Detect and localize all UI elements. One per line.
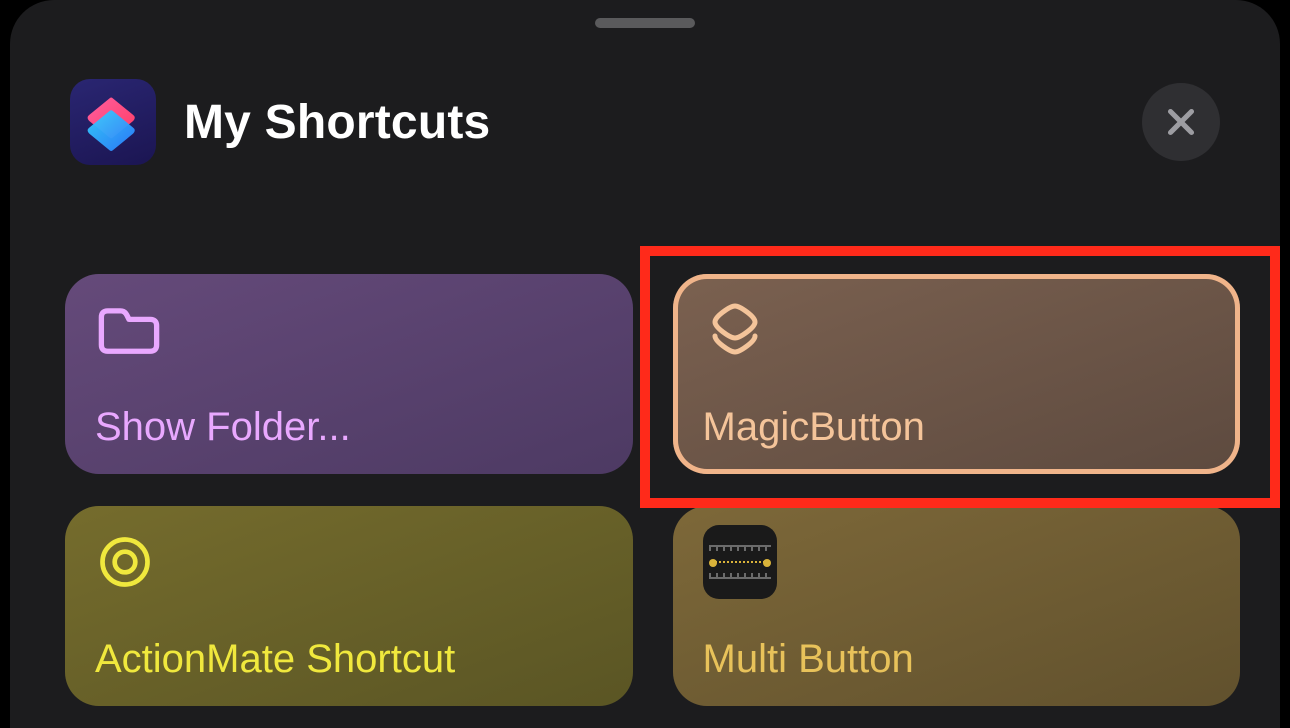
shortcut-label: Multi Button bbox=[703, 637, 1211, 682]
shortcut-tile-show-folder[interactable]: Show Folder... bbox=[65, 274, 633, 474]
sheet: My Shortcuts Show Folder... MagicB bbox=[10, 0, 1280, 728]
shortcut-tile-multi-button[interactable]: Multi Button bbox=[673, 506, 1241, 706]
target-icon bbox=[95, 532, 155, 592]
shortcuts-app-icon bbox=[70, 79, 156, 165]
shortcut-tile-magicbutton[interactable]: MagicButton bbox=[673, 274, 1241, 474]
stack-icon bbox=[703, 298, 767, 362]
shortcut-label: Show Folder... bbox=[95, 405, 603, 450]
close-icon bbox=[1163, 104, 1199, 140]
folder-icon bbox=[95, 302, 163, 358]
page-title: My Shortcuts bbox=[184, 95, 490, 150]
sheet-grabber[interactable] bbox=[595, 18, 695, 28]
shortcut-label: MagicButton bbox=[703, 405, 1211, 450]
measure-icon bbox=[703, 525, 777, 599]
shortcut-tile-actionmate[interactable]: ActionMate Shortcut bbox=[65, 506, 633, 706]
header: My Shortcuts bbox=[70, 72, 1220, 172]
shortcut-label: ActionMate Shortcut bbox=[95, 637, 603, 682]
shortcut-grid: Show Folder... MagicButton ActionMate Sh… bbox=[65, 274, 1240, 706]
close-button[interactable] bbox=[1142, 83, 1220, 161]
